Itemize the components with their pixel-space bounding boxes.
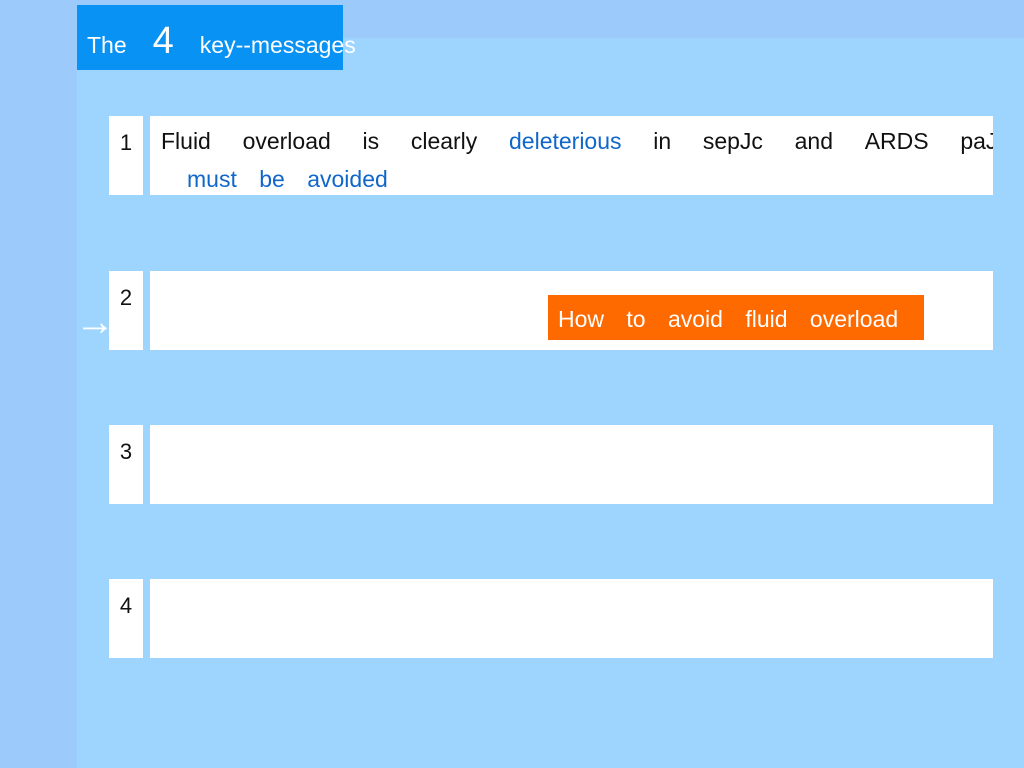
message-box-1: Fluid overload is clearly deleterious in… (150, 116, 993, 195)
message-1-word: Fluid (161, 128, 211, 154)
message-1-word: in (653, 128, 672, 154)
callout-text: How to avoid fluid overload (558, 306, 899, 332)
slide-title: The 4 key--messages (87, 20, 356, 80)
row-number-box-3: 3 (109, 425, 143, 504)
row-number-4: 4 (119, 593, 133, 618)
message-1-word: overload (242, 128, 331, 154)
row-number-box-4: 4 (109, 579, 143, 658)
message-1-line-1: Fluid overload is clearly deleterious in… (161, 128, 993, 155)
arrow-right-icon: → (75, 300, 115, 344)
row-number-box-1: 1 (109, 116, 143, 195)
row-number-1: 1 (119, 130, 133, 155)
left-background-strip (0, 0, 77, 768)
message-1-line-2: must be avoided (187, 166, 388, 192)
message-1-word: paJents (960, 128, 993, 154)
message-1-word: sepJc (702, 128, 763, 154)
message-box-4 (150, 579, 993, 658)
message-1-word: is (362, 128, 380, 154)
title-word-key-messages: key--messages (199, 32, 356, 58)
message-1-word: and (794, 128, 834, 154)
message-1-word: ARDS (864, 128, 929, 154)
message-1-word: clearly (410, 128, 478, 154)
title-word-the: The (87, 32, 127, 58)
title-number: 4 (152, 20, 174, 62)
callout-box: How to avoid fluid overload (548, 295, 924, 340)
message-box-3 (150, 425, 993, 504)
row-number-3: 3 (119, 439, 133, 464)
message-1-highlight-word: deleterious (509, 128, 622, 154)
